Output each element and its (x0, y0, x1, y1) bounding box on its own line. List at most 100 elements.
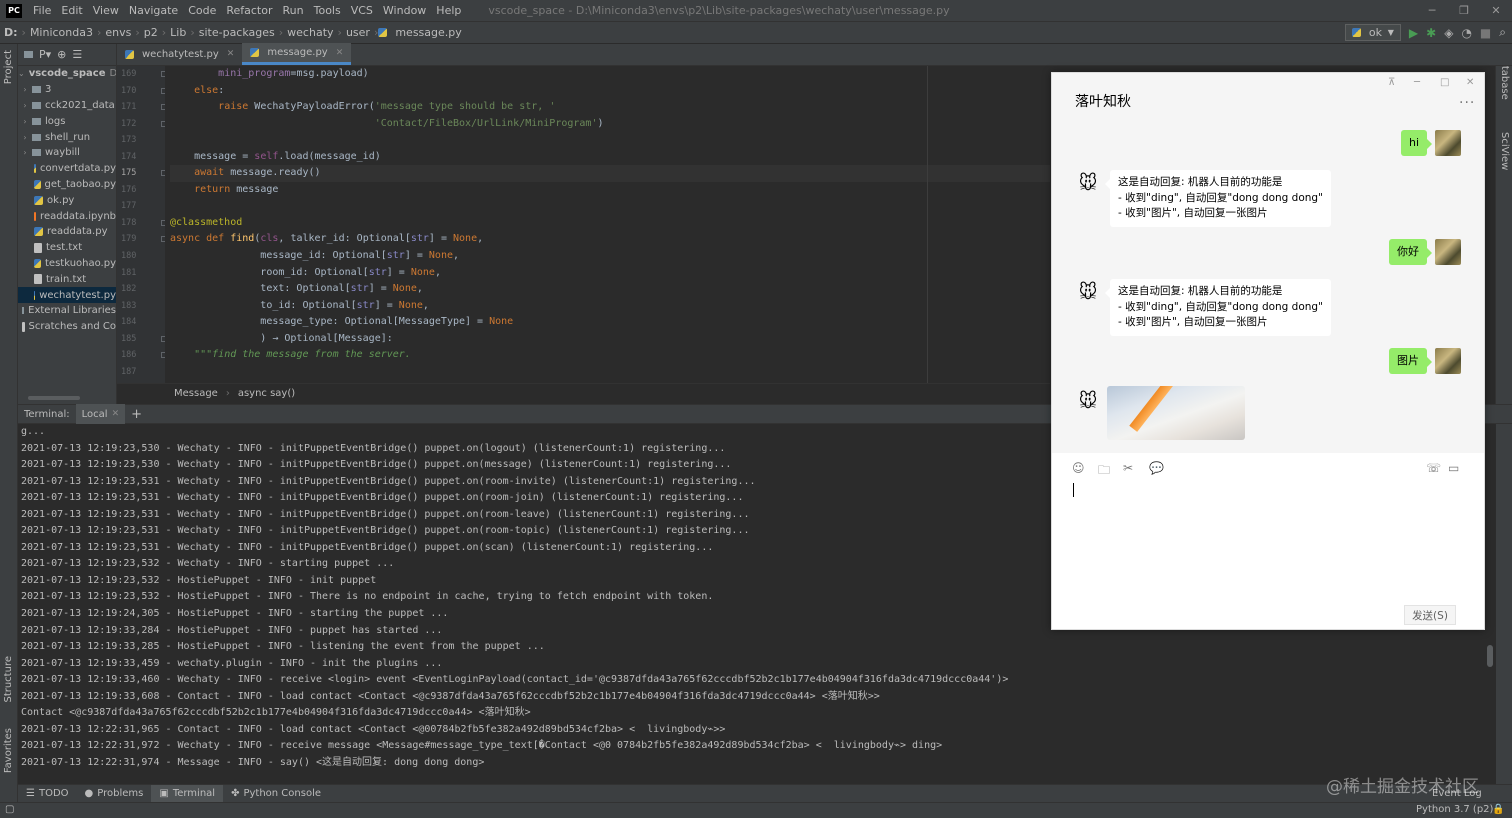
pin-icon[interactable]: ⊼ (1388, 77, 1395, 88)
project-tree-item[interactable]: › logs (18, 113, 116, 129)
restore-icon[interactable]: ❐ (1448, 0, 1480, 22)
fold-marker-icon[interactable] (161, 352, 165, 359)
sciview-tool-tab[interactable]: SciView (1499, 132, 1510, 170)
contact-avatar[interactable]: 🐭 (1075, 388, 1101, 414)
menu-edit[interactable]: Edit (56, 4, 87, 17)
project-tree-item[interactable]: ok.py (18, 192, 116, 208)
close-tab-icon[interactable]: ✕ (336, 48, 344, 58)
menu-help[interactable]: Help (431, 4, 466, 17)
lock-icon[interactable]: 🔒 (1492, 804, 1504, 815)
favorites-tool-tab[interactable]: Favorites (3, 728, 14, 773)
problems-tool-button[interactable]: ● Problems (77, 785, 152, 803)
todo-tool-button[interactable]: ☰ TODO (18, 785, 77, 803)
project-tree-item[interactable]: › 3 (18, 82, 116, 98)
crumb-wechaty[interactable]: wechaty (283, 26, 337, 39)
message-bubble-received[interactable]: 这是自动回复: 机器人目前的功能是 - 收到"ding", 自动回复"dong … (1105, 279, 1331, 336)
minimize-icon[interactable]: ─ (1414, 77, 1420, 88)
expand-arrow-icon[interactable]: › (18, 133, 32, 142)
video-call-icon[interactable]: ▭ (1448, 461, 1459, 475)
expand-arrow-icon[interactable]: › (18, 117, 32, 126)
new-terminal-icon[interactable]: + (125, 404, 148, 424)
stop-icon[interactable]: ■ (1480, 26, 1491, 40)
status-toggle-icon[interactable]: ▢ (5, 804, 14, 815)
collapse-all-icon[interactable]: ☰ (72, 48, 82, 61)
my-avatar[interactable] (1435, 130, 1461, 156)
contact-avatar[interactable]: 🐭 (1075, 279, 1101, 305)
project-tree-item[interactable]: readdata.ipynb (18, 208, 116, 224)
tab-message-py[interactable]: message.py ✕ (242, 43, 352, 65)
crumb-miniconda[interactable]: Miniconda3 (26, 26, 97, 39)
breadcrumb-method[interactable]: async say() (238, 388, 295, 399)
coverage-icon[interactable]: ◈ (1444, 26, 1453, 40)
menu-run[interactable]: Run (278, 4, 309, 17)
structure-tool-tab[interactable]: Structure (3, 656, 14, 703)
my-avatar[interactable] (1435, 239, 1461, 265)
project-tree-item[interactable]: train.txt (18, 271, 116, 287)
message-bubble-sent[interactable]: 图片 (1389, 348, 1432, 374)
fold-marker-icon[interactable] (161, 104, 165, 111)
project-tree-item[interactable]: get_taobao.py (18, 177, 116, 193)
run-configuration-select[interactable]: ok ▼ (1344, 24, 1401, 41)
crumb-user[interactable]: user (342, 26, 374, 39)
contact-avatar[interactable]: 🐭 (1075, 170, 1101, 196)
python-console-tool-button[interactable]: ✤ Python Console (223, 785, 329, 803)
menu-view[interactable]: View (88, 4, 124, 17)
message-bubble-received[interactable]: 这是自动回复: 机器人目前的功能是 - 收到"ding", 自动回复"dong … (1105, 170, 1331, 227)
breadcrumb-class[interactable]: Message (174, 388, 218, 399)
profile-icon[interactable]: ◔ (1461, 26, 1471, 40)
message-bubble-sent[interactable]: 你好 (1389, 239, 1432, 265)
maximize-icon[interactable]: □ (1440, 77, 1449, 88)
locate-icon[interactable]: ⊕ (57, 48, 66, 61)
terminal-tab-local[interactable]: Local ✕ (75, 404, 126, 424)
search-icon[interactable]: ⌕ (1499, 25, 1506, 40)
voice-call-icon[interactable]: ☏ (1426, 461, 1441, 475)
project-tree-item[interactable]: readdata.py (18, 224, 116, 240)
crumb-message-py[interactable]: message.py (391, 26, 465, 39)
fold-marker-icon[interactable] (161, 87, 165, 94)
project-tree-item[interactable]: ⌄vscode_spaceD: (18, 66, 116, 82)
project-tree-item[interactable]: wechatytest.py (18, 287, 116, 303)
run-icon[interactable]: ▶ (1409, 26, 1418, 40)
message-text-input[interactable] (1064, 477, 1472, 597)
project-tree-item[interactable]: convertdata.py (18, 161, 116, 177)
debug-icon[interactable]: ✱ (1426, 26, 1436, 40)
menu-vcs[interactable]: VCS (346, 4, 378, 17)
menu-window[interactable]: Window (378, 4, 431, 17)
menu-code[interactable]: Code (183, 4, 221, 17)
project-horizontal-scrollbar[interactable] (28, 396, 80, 400)
crumb-p2[interactable]: p2 (140, 26, 162, 39)
fold-marker-icon[interactable] (161, 236, 165, 243)
fold-marker-icon[interactable] (161, 71, 165, 77)
project-tree-item[interactable]: testkuohao.py (18, 256, 116, 272)
message-bubble-sent[interactable]: hi (1401, 130, 1433, 156)
fold-marker-icon[interactable] (161, 335, 165, 342)
send-button[interactable]: 发送(S) (1404, 605, 1456, 625)
menu-navigate[interactable]: Navigate (124, 4, 183, 17)
project-tool-tab[interactable]: Project (3, 50, 14, 84)
project-tree-item[interactable]: Scratches and Co (18, 319, 116, 335)
project-tree-item[interactable]: test.txt (18, 240, 116, 256)
crumb-drive[interactable]: D: (0, 26, 22, 39)
project-view-select[interactable]: P▾ (39, 48, 51, 61)
close-icon[interactable]: ✕ (1480, 0, 1512, 22)
close-icon[interactable]: ✕ (1466, 77, 1474, 88)
terminal-tool-button[interactable]: ▣ Terminal (151, 784, 224, 803)
message-image[interactable] (1107, 386, 1245, 440)
screenshot-scissors-icon[interactable]: ✂ (1123, 461, 1133, 475)
code-editor[interactable]: mini_program=msg.payload) else: raise We… (170, 66, 1050, 383)
expand-arrow-icon[interactable]: › (18, 101, 32, 110)
collapse-arrow-icon[interactable]: ⌄ (18, 69, 25, 78)
close-tab-icon[interactable]: ✕ (227, 49, 235, 59)
project-tree-item[interactable]: › shell_run (18, 129, 116, 145)
menu-file[interactable]: File (28, 4, 56, 17)
tab-wechatytest-py[interactable]: wechatytest.py ✕ (117, 43, 242, 65)
chat-more-button[interactable]: ··· (1459, 95, 1475, 111)
my-avatar[interactable] (1435, 348, 1461, 374)
fold-marker-icon[interactable] (161, 170, 165, 177)
close-tab-icon[interactable]: ✕ (112, 409, 120, 419)
fold-marker-icon[interactable] (161, 219, 165, 226)
crumb-lib[interactable]: Lib (166, 26, 190, 39)
menu-tools[interactable]: Tools (309, 4, 346, 17)
fold-marker-icon[interactable] (161, 120, 165, 127)
menu-refactor[interactable]: Refactor (221, 4, 277, 17)
